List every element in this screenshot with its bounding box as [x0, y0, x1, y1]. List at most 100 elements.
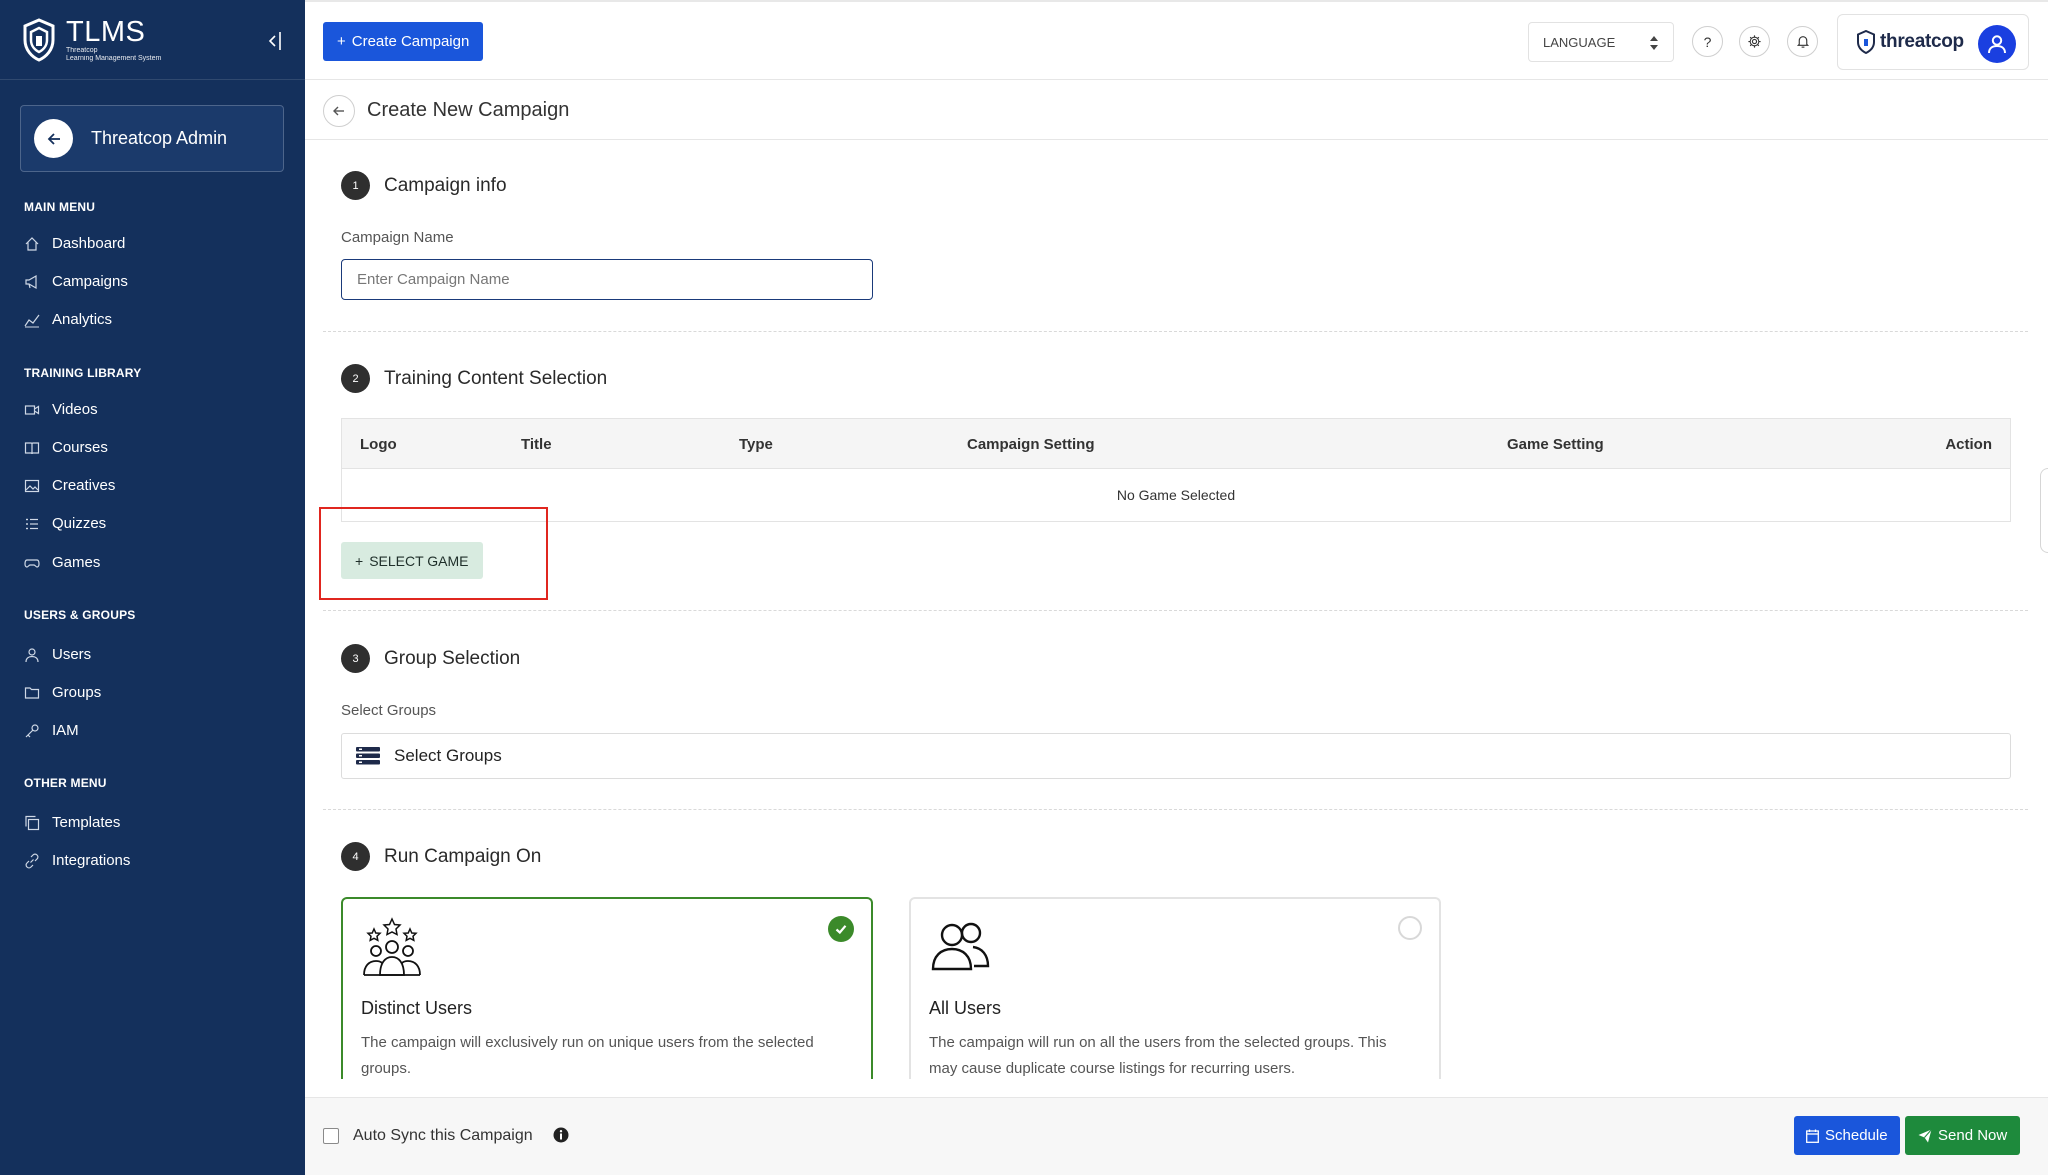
- list-icon: [26, 518, 38, 529]
- folder-icon: [24, 686, 40, 699]
- sidebar-item-quizzes[interactable]: Quizzes: [24, 515, 106, 532]
- option-description: The campaign will exclusively run on uni…: [361, 1034, 814, 1077]
- sidebar-item-label: Templates: [52, 814, 121, 831]
- server-stack-icon: [356, 747, 380, 765]
- sidebar-item-iam[interactable]: IAM: [24, 722, 79, 739]
- section-divider: [323, 331, 2028, 332]
- user-icon: [25, 647, 39, 662]
- admin-switcher[interactable]: Threatcop Admin: [20, 105, 284, 172]
- sidebar-item-courses[interactable]: Courses: [24, 439, 108, 456]
- sidebar-item-games[interactable]: Games: [24, 554, 100, 571]
- section-main-menu: MAIN MENU: [24, 200, 96, 214]
- section-training-library: TRAINING LIBRARY: [24, 366, 142, 380]
- column-campaign-setting: Campaign Setting: [967, 436, 1095, 453]
- brand-subtitle-line2: Learning Management System: [66, 54, 162, 62]
- step-number: 2: [341, 364, 370, 393]
- image-icon: [24, 479, 40, 492]
- section-divider: [323, 610, 2028, 611]
- table-header: Logo Title Type Campaign Setting Game Se…: [342, 419, 2010, 469]
- all-users-icon: [931, 922, 990, 971]
- page-title: Create New Campaign: [367, 99, 570, 121]
- sidebar-item-integrations[interactable]: Integrations: [24, 852, 130, 869]
- option-distinct-users[interactable]: Distinct Users The campaign will exclusi…: [341, 897, 873, 1079]
- sidebar-item-label: Videos: [52, 401, 98, 418]
- step-group-selection: 3 Group Selection: [341, 644, 520, 673]
- gear-icon[interactable]: [1739, 26, 1770, 57]
- plus-icon: +: [337, 33, 346, 50]
- gamepad-icon: [24, 558, 40, 568]
- step-title: Group Selection: [384, 647, 521, 669]
- video-icon: [24, 404, 40, 415]
- sidebar: TLMS Threatcop Learning Management Syste…: [0, 0, 305, 1175]
- side-scroll-tab[interactable]: [2040, 468, 2048, 553]
- select-groups-value: Select Groups: [394, 746, 502, 765]
- sidebar-item-label: Analytics: [52, 311, 113, 328]
- collapse-sidebar-icon[interactable]: [267, 30, 283, 52]
- megaphone-icon: [25, 274, 37, 289]
- back-arrow-icon[interactable]: [323, 94, 355, 127]
- company-logo-text: threatcop: [1880, 31, 1964, 52]
- info-icon[interactable]: [553, 1127, 569, 1143]
- check-circle-icon: [828, 916, 854, 942]
- option-all-users[interactable]: All Users The campaign will run on all t…: [909, 897, 1441, 1079]
- schedule-button[interactable]: Schedule: [1794, 1116, 1900, 1155]
- sidebar-item-dashboard[interactable]: Dashboard: [24, 235, 125, 252]
- sidebar-item-users[interactable]: Users: [24, 646, 91, 663]
- send-now-button[interactable]: Send Now: [1905, 1116, 2021, 1155]
- link-icon: [25, 853, 39, 868]
- step-campaign-info: 1 Campaign info: [341, 171, 507, 200]
- brand-subtitle-line1: Threatcop: [66, 46, 98, 54]
- tlms-logo-icon: [23, 17, 55, 62]
- column-title: Title: [521, 436, 552, 453]
- sidebar-item-label: Courses: [52, 439, 108, 456]
- section-users-groups: USERS & GROUPS: [24, 608, 136, 622]
- arrow-left-icon[interactable]: [34, 119, 73, 158]
- account-menu[interactable]: threatcop: [1837, 14, 2029, 70]
- book-icon: [24, 441, 40, 454]
- schedule-label: Schedule: [1825, 1127, 1888, 1144]
- sidebar-item-analytics[interactable]: Analytics: [24, 311, 112, 328]
- step-run-campaign-on: 4 Run Campaign On: [341, 842, 541, 871]
- question-icon[interactable]: ?: [1692, 26, 1723, 57]
- sidebar-item-creatives[interactable]: Creatives: [24, 477, 115, 494]
- campaign-name-input[interactable]: [341, 259, 873, 300]
- column-type: Type: [739, 436, 773, 453]
- step-title: Training Content Selection: [384, 367, 608, 389]
- sidebar-item-label: Campaigns: [52, 273, 128, 290]
- copy-icon: [25, 815, 40, 830]
- option-title: All Users: [929, 998, 1002, 1018]
- sidebar-item-templates[interactable]: Templates: [24, 814, 120, 831]
- option-title: Distinct Users: [361, 998, 473, 1018]
- radio-unchecked-icon[interactable]: [1398, 916, 1422, 940]
- step-training-content: 2 Training Content Selection: [341, 364, 607, 393]
- section-divider: [323, 809, 2028, 810]
- create-campaign-label: Create Campaign: [351, 33, 470, 50]
- create-campaign-button[interactable]: + Create Campaign: [323, 22, 484, 61]
- select-groups-dropdown[interactable]: Select Groups: [341, 733, 2011, 779]
- brand-title: TLMS: [66, 15, 146, 48]
- sidebar-item-groups[interactable]: Groups: [24, 684, 101, 701]
- bell-icon[interactable]: [1787, 26, 1818, 57]
- sidebar-item-campaigns[interactable]: Campaigns: [24, 273, 128, 290]
- language-select[interactable]: LANGUAGE: [1528, 22, 1674, 62]
- sidebar-item-label: IAM: [52, 722, 79, 739]
- sidebar-item-label: Integrations: [52, 852, 131, 869]
- sidebar-item-label: Groups: [52, 684, 102, 701]
- send-now-label: Send Now: [1938, 1127, 2008, 1144]
- paper-plane-icon: [1918, 1128, 1932, 1142]
- user-avatar-icon[interactable]: [1978, 25, 2016, 63]
- sidebar-item-videos[interactable]: Videos: [24, 401, 98, 418]
- step-title: Campaign info: [384, 174, 507, 196]
- sidebar-item-label: Quizzes: [52, 515, 107, 532]
- column-action: Action: [1945, 436, 1992, 453]
- sidebar-item-label: Games: [52, 554, 101, 571]
- home-icon: [25, 236, 39, 251]
- sidebar-item-label: Dashboard: [52, 235, 126, 252]
- option-description: The campaign will run on all the users f…: [929, 1034, 1387, 1077]
- step-number: 3: [341, 644, 370, 673]
- empty-state: No Game Selected: [1116, 487, 1236, 503]
- key-icon: [25, 723, 39, 737]
- auto-sync-label: Auto Sync this Campaign: [353, 1127, 533, 1144]
- column-logo: Logo: [360, 436, 397, 453]
- auto-sync-checkbox[interactable]: [323, 1128, 339, 1144]
